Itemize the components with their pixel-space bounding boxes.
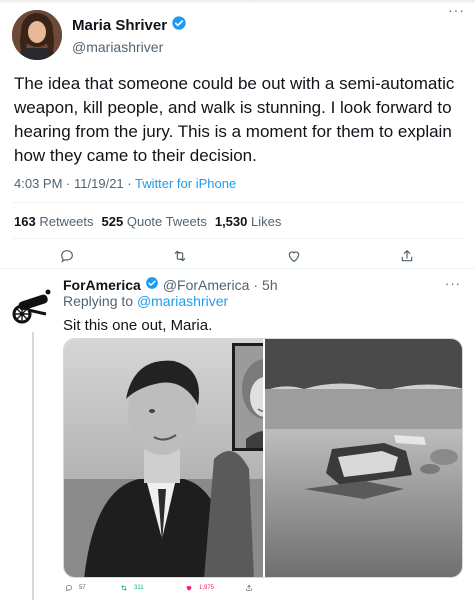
more-options-icon[interactable]: ···: [445, 276, 461, 291]
like-icon[interactable]: [284, 246, 304, 266]
tweet-author[interactable]: Maria Shriver @mariashriver: [12, 10, 187, 60]
tweet-source[interactable]: Twitter for iPhone: [135, 176, 236, 191]
reply-like-action[interactable]: 1,975: [185, 584, 214, 592]
replying-to-handle-link[interactable]: @mariashriver: [137, 293, 228, 309]
reply-reply-action[interactable]: 57: [65, 584, 86, 592]
reply-icon[interactable]: [57, 246, 77, 266]
reply-author: ForAmerica @ForAmerica · 5h: [63, 276, 278, 293]
author-handle[interactable]: @mariashriver: [72, 39, 187, 55]
more-options-icon[interactable]: ···: [448, 2, 465, 18]
tweet-date[interactable]: 11/19/21: [74, 176, 124, 191]
reply-author-handle[interactable]: @ForAmerica: [163, 277, 250, 293]
quote-tweets-stat[interactable]: 525 Quote Tweets: [102, 214, 207, 229]
reply-author-name[interactable]: ForAmerica: [63, 277, 141, 293]
reply-tweet[interactable]: ForAmerica @ForAmerica · 5h ··· Replying…: [0, 270, 475, 600]
divider: [12, 238, 465, 239]
retweet-icon[interactable]: [170, 246, 190, 266]
reply-retweet-action[interactable]: 311: [120, 584, 144, 592]
cannon-avatar-icon[interactable]: [12, 284, 56, 328]
likes-stat[interactable]: 1,530 Likes: [215, 214, 282, 229]
author-name[interactable]: Maria Shriver: [72, 17, 167, 34]
reply-text: Sit this one out, Maria.: [63, 317, 213, 334]
reply-icon: [65, 584, 73, 592]
meta-separator: ·: [127, 176, 132, 191]
retweets-stat[interactable]: 163 Retweets: [14, 214, 94, 229]
tweet-text: The idea that someone could be out with …: [14, 74, 455, 165]
retweet-count: 311: [134, 585, 144, 591]
divider: [0, 268, 475, 269]
share-icon[interactable]: [397, 246, 417, 266]
tweet-stats: 163 Retweets 525 Quote Tweets 1,530 Like…: [14, 214, 285, 229]
tweet-actions: [0, 246, 475, 266]
retweet-icon: [121, 585, 127, 591]
tweet-meta: 4:03 PM · 11/19/21 · Twitter for iPhone: [14, 176, 236, 191]
share-icon: [246, 584, 252, 591]
meta-separator: ·: [253, 276, 259, 293]
reply-time-ago[interactable]: 5h: [262, 277, 278, 293]
replying-to: Replying to @mariashriver: [63, 293, 229, 309]
thread-line: [32, 332, 34, 600]
tweet-time[interactable]: 4:03 PM: [14, 176, 62, 191]
verified-badge-icon: [171, 15, 187, 36]
meta-separator: ·: [66, 176, 71, 191]
like-count: 1,975: [199, 585, 215, 591]
like-icon: [186, 586, 192, 591]
reply-share-action[interactable]: [245, 584, 253, 592]
top-edge: [0, 0, 475, 4]
avatar[interactable]: [12, 10, 62, 60]
reply-photo[interactable]: [63, 338, 463, 578]
verified-badge-icon: [145, 276, 159, 293]
reply-count: 57: [79, 585, 86, 591]
divider: [12, 202, 465, 203]
reply-actions: 57 311 1,975: [63, 584, 323, 598]
